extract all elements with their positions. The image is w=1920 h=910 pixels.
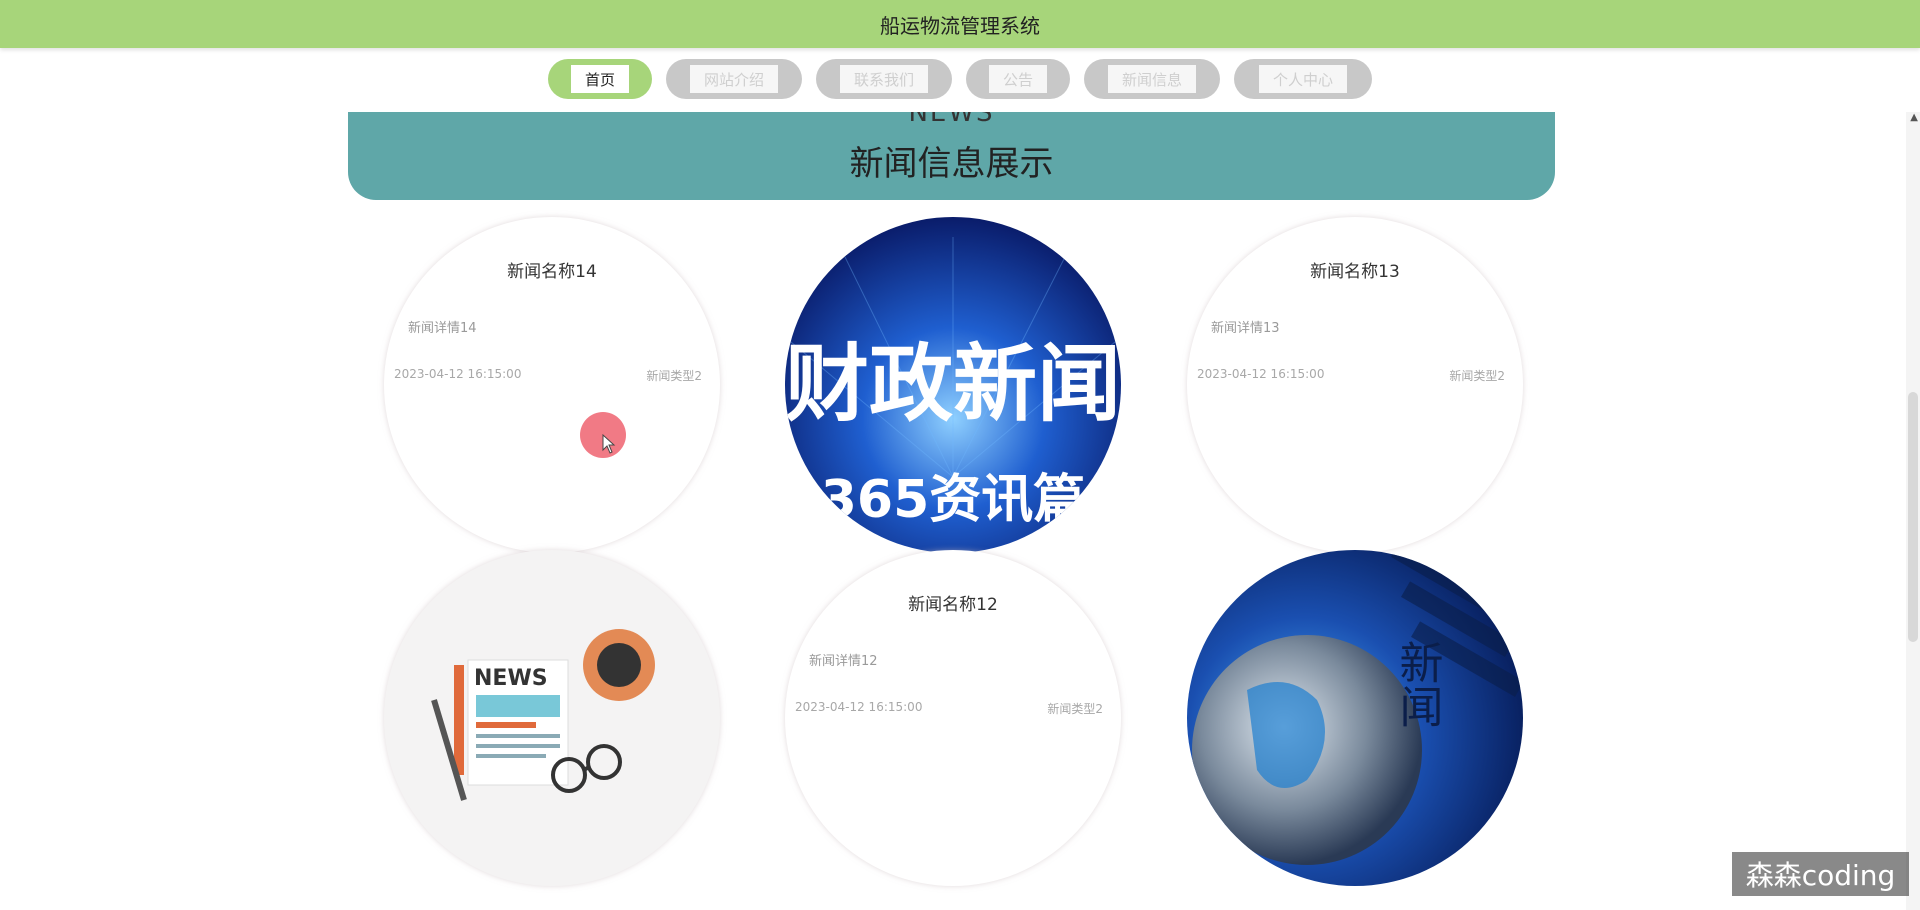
finance-news-image: 财政新闻 365资讯篇 [785, 217, 1121, 553]
nav-item-contact[interactable]: 联系我们 [816, 59, 952, 99]
news-card-title: 新闻名称14 [507, 262, 597, 282]
news-card-detail: 新闻详情13 [1211, 321, 1280, 336]
news-card-image-newspaper[interactable]: NEWS [384, 550, 720, 886]
nav-label-home: 首页 [570, 65, 629, 93]
finance-image-headline: 财政新闻 [785, 335, 1121, 433]
news-card-detail: 新闻详情12 [809, 654, 878, 669]
app-title: 船运物流管理系统 [880, 13, 1040, 38]
news-card-type: 新闻类型2 [1449, 369, 1505, 383]
nav-item-home[interactable]: 首页 [548, 59, 652, 99]
news-section-banner: NEWS 新闻信息展示 [348, 112, 1555, 200]
mouse-cursor-highlight [580, 412, 626, 458]
newspaper-headline: NEWS [474, 666, 548, 691]
watermark: 森森coding [1732, 852, 1909, 896]
banner-subtitle: NEWS [908, 112, 995, 128]
globe-news-image: 新闻 [1187, 550, 1523, 886]
nav-item-notice[interactable]: 公告 [966, 59, 1070, 99]
globe-image-text: 新闻 [1392, 640, 1443, 728]
news-card-type: 新闻类型2 [1047, 702, 1103, 716]
nav-item-personal-center[interactable]: 个人中心 [1234, 59, 1372, 99]
news-card-image-globe[interactable]: 新闻 [1187, 550, 1523, 886]
pointer-icon [602, 434, 616, 454]
nav-label-site-intro: 网站介绍 [689, 65, 778, 93]
news-card-image-finance[interactable]: 财政新闻 365资讯篇 [785, 217, 1121, 553]
news-card-detail: 新闻详情14 [408, 321, 477, 336]
news-card-date: 2023-04-12 16:15:00 [795, 700, 923, 714]
news-card-date: 2023-04-12 16:15:00 [1197, 367, 1325, 381]
news-card-13[interactable]: 新闻名称13 新闻详情13 2023-04-12 16:15:00 新闻类型2 [1187, 217, 1523, 553]
main-nav: 首页 网站介绍 联系我们 公告 新闻信息 个人中心 [0, 59, 1920, 103]
news-card-12[interactable]: 新闻名称12 新闻详情12 2023-04-12 16:15:00 新闻类型2 [785, 550, 1121, 886]
finance-image-subheadline: 365资讯篇 [821, 470, 1086, 530]
scrollbar-thumb[interactable] [1908, 392, 1918, 642]
scroll-up-arrow-icon[interactable]: ▲ [1910, 112, 1918, 123]
news-card-title: 新闻名称13 [1310, 262, 1400, 282]
nav-item-site-intro[interactable]: 网站介绍 [666, 59, 802, 99]
news-card-14[interactable]: 新闻名称14 新闻详情14 2023-04-12 16:15:00 新闻类型2 [384, 217, 720, 553]
news-card-date: 2023-04-12 16:15:00 [394, 367, 522, 381]
newspaper-illustration: NEWS [431, 629, 655, 801]
nav-label-personal-center: 个人中心 [1258, 65, 1347, 93]
news-card-type: 新闻类型2 [646, 369, 702, 383]
banner-title: 新闻信息展示 [849, 144, 1054, 184]
nav-item-news[interactable]: 新闻信息 [1084, 59, 1220, 99]
nav-label-contact: 联系我们 [839, 65, 928, 93]
top-header-bar: 船运物流管理系统 [0, 0, 1920, 48]
news-card-title: 新闻名称12 [908, 595, 998, 615]
nav-label-notice: 公告 [988, 65, 1047, 93]
nav-label-news: 新闻信息 [1107, 65, 1196, 93]
